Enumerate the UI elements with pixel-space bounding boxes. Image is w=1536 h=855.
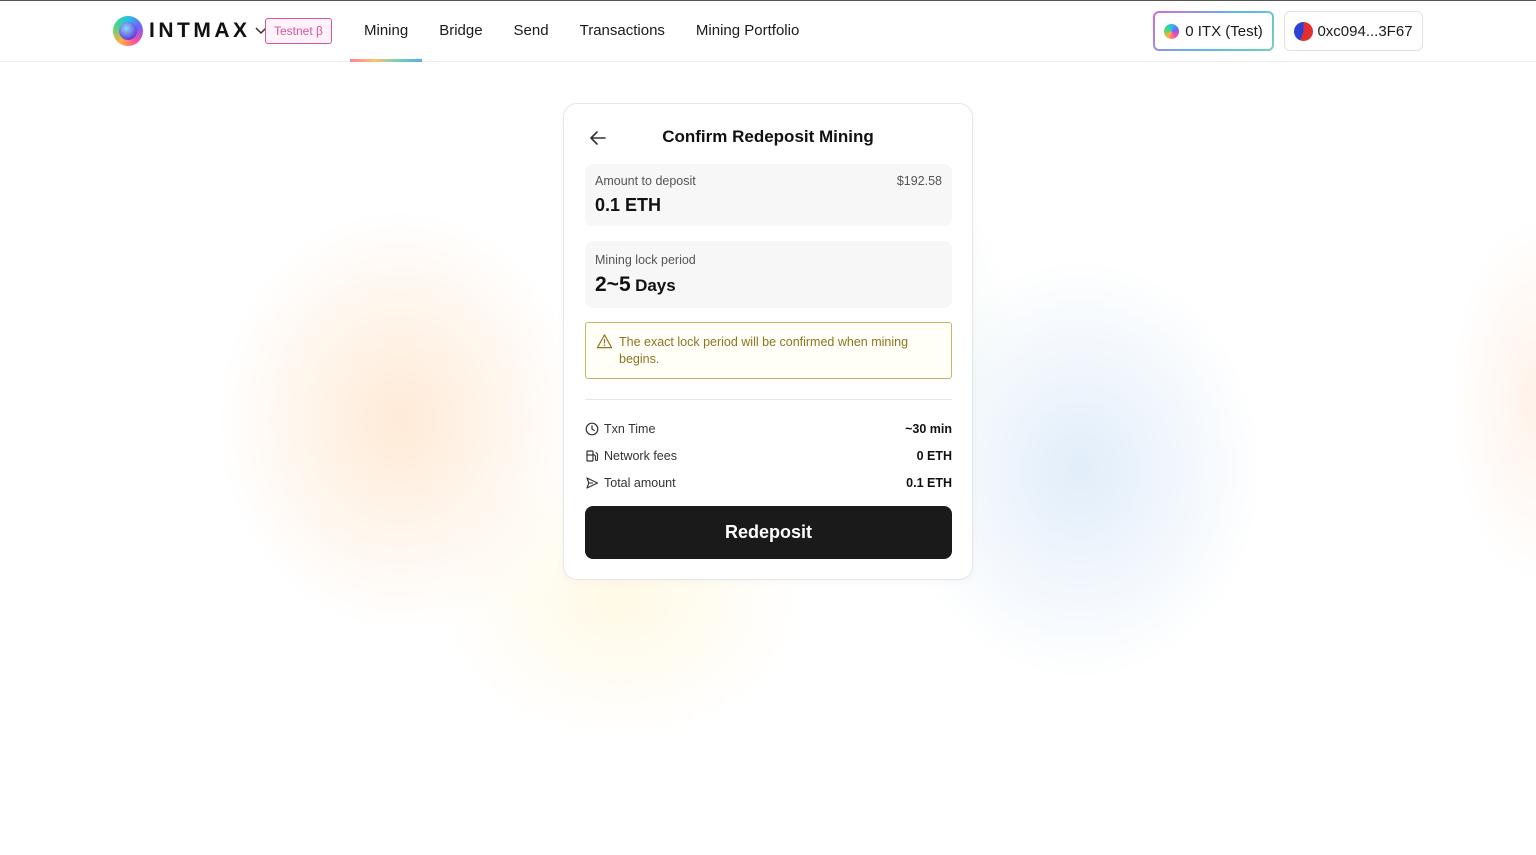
card-title: Confirm Redeposit Mining: [662, 127, 874, 146]
top-navbar: INTMAX Testnet β Mining Bridge Send Tran…: [0, 0, 1536, 62]
wallet-avatar-icon: [1294, 21, 1314, 41]
nav-send[interactable]: Send: [500, 0, 563, 62]
deposit-amount-panel: Amount to deposit $192.58 0.1 ETH: [585, 164, 952, 226]
detail-label: Network fees: [604, 449, 677, 463]
wallet-button[interactable]: 0xc094...3F67: [1284, 11, 1423, 51]
itx-balance-button[interactable]: 0 ITX (Test): [1153, 11, 1274, 51]
nav-bridge[interactable]: Bridge: [425, 0, 496, 62]
detail-label: Total amount: [604, 476, 676, 490]
warning-text: The exact lock period will be confirmed …: [619, 335, 909, 366]
lock-period-unit: Days: [635, 276, 676, 295]
deposit-amount-label: Amount to deposit: [595, 174, 696, 188]
divider: [585, 399, 952, 400]
confirm-redeposit-card: Confirm Redeposit Mining Amount to depos…: [563, 103, 973, 580]
logo-text: INTMAX: [149, 19, 251, 42]
itx-token-icon: [1164, 23, 1180, 39]
lock-period-panel: Mining lock period 2~5 Days: [585, 241, 952, 308]
detail-value: ~30 min: [905, 422, 952, 436]
send-icon: [586, 477, 599, 489]
detail-row-txn-time: Txn Time ~30 min: [585, 419, 952, 439]
nav-mining[interactable]: Mining: [350, 0, 423, 62]
clock-icon: [585, 422, 599, 436]
nav-mining-portfolio[interactable]: Mining Portfolio: [682, 0, 813, 62]
detail-row-total-amount: Total amount 0.1 ETH: [585, 473, 952, 493]
warning-triangle-icon: [596, 334, 613, 349]
lock-period-range: 2~5: [595, 273, 631, 296]
detail-row-network-fees: Network fees 0 ETH: [585, 446, 952, 466]
window-top-border: [0, 0, 1536, 1]
detail-label: Txn Time: [604, 422, 656, 436]
detail-value: 0.1 ETH: [906, 476, 952, 490]
itx-balance-label: 0 ITX (Test): [1185, 22, 1263, 40]
redeposit-button[interactable]: Redeposit: [585, 506, 952, 559]
nav-transactions[interactable]: Transactions: [566, 0, 679, 62]
deposit-amount-value: 0.1 ETH: [595, 195, 662, 215]
lock-period-label: Mining lock period: [595, 253, 696, 267]
detail-value: 0 ETH: [916, 449, 952, 463]
main-nav: Mining Bridge Send Transactions Mining P…: [350, 0, 816, 62]
lock-period-warning: The exact lock period will be confirmed …: [585, 322, 952, 379]
lock-period-value: 2~5 Days: [595, 273, 676, 297]
testnet-badge: Testnet β: [265, 18, 332, 44]
fuel-pump-icon: [586, 450, 599, 462]
intmax-logo[interactable]: INTMAX: [113, 15, 267, 47]
intmax-logo-icon: [113, 16, 143, 46]
deposit-usd-value: $192.58: [896, 174, 942, 188]
wallet-address: 0xc094...3F67: [1317, 22, 1413, 40]
